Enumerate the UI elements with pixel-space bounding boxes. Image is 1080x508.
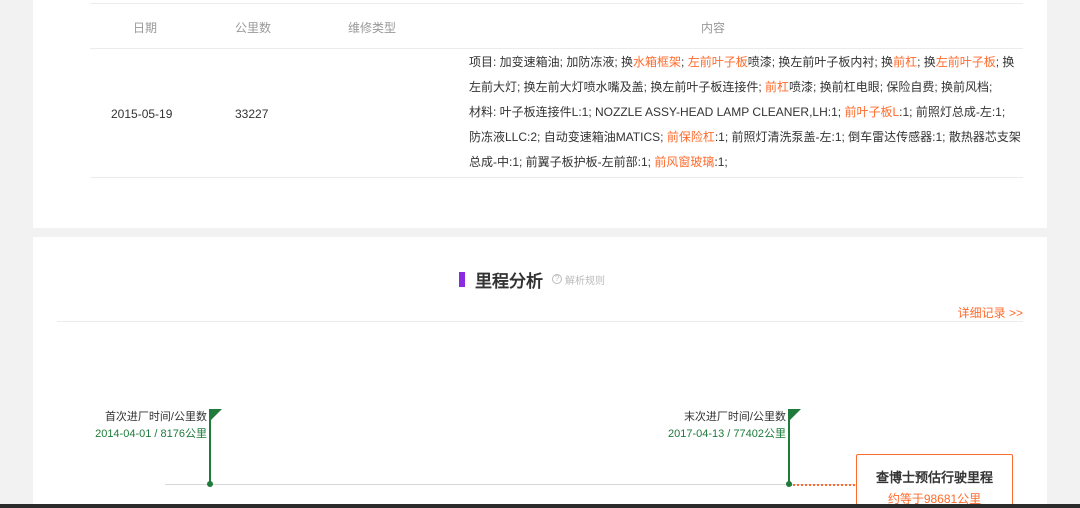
flag-pole [788, 409, 790, 485]
content-text: 喷漆; 换左前叶子板内衬; 换 [747, 55, 894, 69]
timeline-dot [207, 481, 213, 487]
content-text: 材料: 叶子板连接件L:1; NOZZLE ASSY-HEAD LAMP CLE… [469, 105, 845, 119]
header-date: 日期 [133, 21, 158, 35]
divider [90, 3, 1023, 4]
header-content: 内容 [701, 21, 726, 35]
content-text: 防冻液LLC:2; 自动变速箱油MATICS; [469, 130, 667, 144]
highlighted-part: 前杠 [893, 55, 918, 69]
window-bottom-edge [0, 504, 1080, 508]
content-text: 喷漆; 换前杠电眼; 保险自费; 换前风档; [789, 80, 993, 94]
highlighted-part: 左前叶子板 [687, 55, 748, 69]
content-line: 项目: 加变速箱油; 加防冻液; 换水箱框架; 左前叶子板喷漆; 换左前叶子板内… [469, 50, 1021, 75]
divider [90, 48, 1023, 49]
estimated-mileage-box: 查博士预估行驶里程 约等于98681公里 [856, 454, 1013, 508]
content-line: 总成-中:1; 前翼子板护板-左前部:1; 前风窗玻璃:1; [469, 150, 1021, 175]
content-text: :1; 前照灯清洗泵盖-左:1; 倒车雷达传感器:1; 散热器芯支架 [714, 130, 1021, 144]
highlighted-part: 前叶子板L [844, 105, 900, 119]
content-line: 防冻液LLC:2; 自动变速箱油MATICS; 前保险杠:1; 前照灯清洗泵盖-… [469, 125, 1021, 150]
content-line: 材料: 叶子板连接件L:1; NOZZLE ASSY-HEAD LAMP CLE… [469, 100, 1021, 125]
content-text: ; 换 [995, 55, 1015, 69]
flag-icon [790, 409, 801, 420]
question-icon: ? [552, 274, 562, 284]
content-text: ; 换 [917, 55, 936, 69]
highlighted-part: 水箱框架 [633, 55, 682, 69]
highlighted-part: 前保险杠 [666, 130, 715, 144]
header-mileage: 公里数 [235, 21, 272, 35]
content-line: 左前大灯; 换左前大灯喷水嘴及盖; 换左前叶子板连接件; 前杠喷漆; 换前杠电眼… [469, 75, 1021, 100]
highlighted-part: 前杠 [765, 80, 790, 94]
row-date: 2015-05-19 [111, 107, 173, 121]
highlighted-part: 左前叶子板 [935, 55, 996, 69]
timeline-axis [165, 484, 855, 485]
timeline-dot [786, 481, 792, 487]
content-text: :1; [714, 155, 728, 169]
detail-records-link[interactable]: 详细记录 >> [958, 304, 1023, 321]
divider [57, 321, 1023, 322]
last-visit-value: 2017-04-13 / 77402公里 [667, 428, 786, 440]
content-text: ; [681, 55, 688, 69]
content-text: 左前大灯; 换左前大灯喷水嘴及盖; 换左前叶子板连接件; [469, 80, 766, 94]
estimate-title: 查博士预估行驶里程 [875, 470, 993, 485]
highlighted-part: 前风窗玻璃 [654, 155, 715, 169]
header-repair-type: 维修类型 [348, 21, 397, 35]
content-text: 总成-中:1; 前翼子板护板-左前部:1; [469, 155, 655, 169]
content-text: :1; 前照灯总成-左:1; [899, 105, 1006, 119]
section-title-text: 里程分析 [475, 271, 543, 291]
last-visit-label: 末次进厂时间/公里数 [683, 411, 786, 423]
parse-rules-link[interactable]: ? 解析规则 [552, 272, 605, 287]
content-text: 项目: 加变速箱油; 加防冻液; 换 [469, 55, 634, 69]
estimate-connector [790, 484, 858, 486]
title-accent-bar [459, 271, 465, 287]
maintenance-record-card: 日期 公里数 维修类型 内容 2015-05-19 33227 项目: 加变速箱… [33, 0, 1047, 228]
divider [90, 177, 1023, 178]
row-mileage: 33227 [235, 107, 269, 121]
parse-rules-label: 解析规则 [565, 275, 605, 287]
section-title: 里程分析 ? 解析规则 [459, 270, 605, 291]
row-content: 项目: 加变速箱油; 加防冻液; 换水箱框架; 左前叶子板喷漆; 换左前叶子板内… [469, 50, 1021, 175]
